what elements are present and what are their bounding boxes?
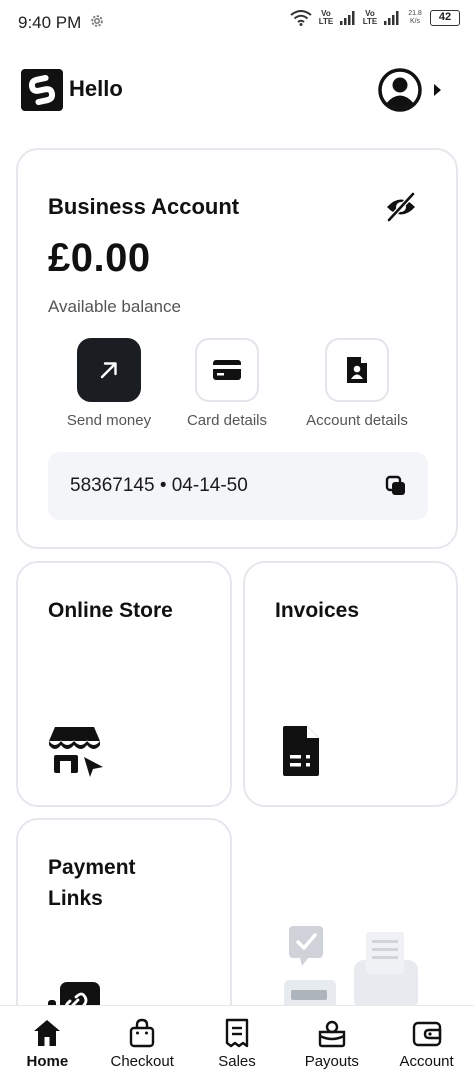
account-title: Business Account [48,194,240,219]
account-details-label: Account details [306,412,408,429]
eye-off-icon[interactable] [384,190,418,224]
payout-icon [318,1020,345,1048]
online-store-tile[interactable]: Online Store [16,561,232,807]
card-details-button[interactable]: Card details [162,338,292,429]
nav-sales[interactable]: Sales [190,1006,285,1080]
send-money-label: Send money [66,412,152,429]
card-details-icon-button[interactable] [195,338,259,402]
logo-mark-icon [28,74,56,106]
wallet-icon [412,1021,441,1047]
battery-indicator: 42 [430,10,460,26]
nav-payouts-label: Payouts [304,1053,359,1070]
invoices-title: Invoices [275,599,360,622]
nav-home[interactable]: Home [0,1006,95,1080]
invoices-tile[interactable]: Invoices [243,561,458,807]
account-number-bar: 58367145 • 04-14-50 [48,452,428,520]
storefront-icon [48,727,103,777]
gear-icon [91,15,103,27]
wifi-icon [290,10,312,26]
business-account-card: Business Account £0.00 Available balance… [16,148,458,549]
signal-icon [384,11,399,25]
payment-links-title: Payment Links [48,856,136,910]
network-indicator-2: Vo LTE [362,9,378,26]
card-icon [213,360,241,380]
nav-payouts[interactable]: Payouts [284,1006,379,1080]
shopping-bag-icon [129,1018,155,1048]
bottom-navigation: Home Checkout Sales Payouts Account [0,1005,474,1080]
send-money-button[interactable]: Send money [44,338,174,429]
arrow-up-right-icon [100,362,117,379]
status-time: 9:40 PM [18,13,82,32]
profile-avatar-icon[interactable] [378,68,422,112]
receipt-icon [225,1018,249,1048]
app-header: Hello [0,64,474,120]
balance-caption: Available balance [48,297,181,316]
account-details-icon-button[interactable] [325,338,389,402]
network-indicator-1: Vo LTE [318,9,334,26]
send-money-icon-button[interactable] [77,338,141,402]
nav-account-label: Account [399,1053,454,1070]
greeting: Hello [69,76,123,101]
nav-checkout[interactable]: Checkout [95,1006,190,1080]
chevron-right-icon[interactable] [430,81,444,99]
home-icon [34,1020,61,1046]
nav-sales-label: Sales [218,1053,256,1070]
account-details-button[interactable]: Account details [292,338,422,429]
payment-illustration [284,926,418,1010]
invoice-document-icon [283,726,319,776]
nav-account[interactable]: Account [379,1006,474,1080]
nav-checkout-label: Checkout [110,1053,174,1070]
signal-icon [340,11,355,25]
app-logo [21,69,63,111]
account-number: 58367145 • 04-14-50 [70,475,248,496]
account-balance: £0.00 [48,236,151,280]
status-bar: 9:40 PM Vo LTE Vo LTE 21.8 K/s 42 [0,0,474,46]
network-speed: 21.8 K/s [408,10,422,25]
online-store-title: Online Store [48,599,173,622]
document-person-icon [347,357,367,383]
status-indicators: Vo LTE Vo LTE 21.8 K/s 42 [290,10,460,26]
card-details-label: Card details [186,412,268,429]
nav-home-label: Home [26,1053,69,1070]
copy-icon[interactable] [385,475,407,497]
